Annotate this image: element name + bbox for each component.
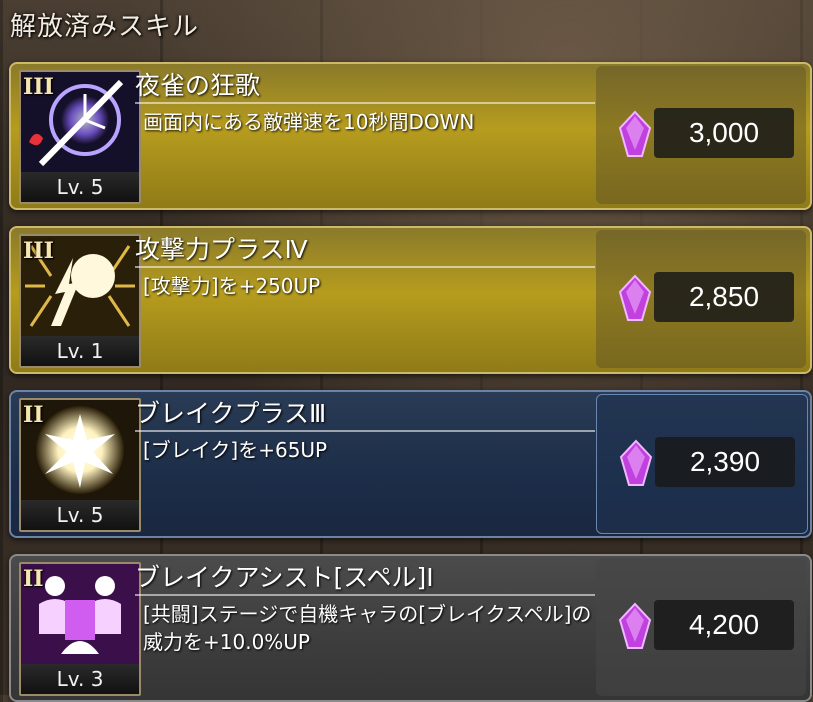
gem-icon — [618, 274, 652, 321]
level-label: Lv. 3 — [21, 664, 139, 694]
skill-card[interactable]: III Lv. 1 攻撃力プラスⅣ [攻撃力]を+250UP 2,850 — [9, 226, 812, 374]
cost-value: 4,200 — [654, 600, 794, 650]
rank-label: II — [23, 402, 44, 428]
skill-description: [ブレイク]を+65UP — [143, 438, 328, 462]
level-label: Lv. 1 — [21, 336, 139, 366]
gem-icon — [618, 110, 652, 157]
skill-icon-frame: II Lv. 3 — [19, 562, 141, 696]
skill-card[interactable]: II Lv. 5 ブレイクプラスⅢ [ブレイク]を+65UP 2,390 — [9, 390, 812, 538]
rank-label: III — [23, 238, 54, 264]
cost-panel[interactable]: 3,000 — [596, 66, 806, 204]
cost-value: 2,390 — [655, 437, 795, 487]
skill-card[interactable]: II Lv. 3 ブレイクアシスト[スペル]Ⅰ [共闘]ステージで自機キャラの[… — [9, 554, 812, 702]
skill-title: ブレイクプラスⅢ — [135, 398, 595, 432]
skill-description: 画面内にある敵弾速を10秒間DOWN — [143, 110, 475, 134]
skill-description: [共闘]ステージで自機キャラの[ブレイクスペル]の威力を+10.0%UP — [143, 602, 592, 654]
skill-title: 夜雀の狂歌 — [135, 70, 595, 104]
skill-icon-frame: II Lv. 5 — [19, 398, 141, 532]
skill-title: ブレイクアシスト[スペル]Ⅰ — [135, 562, 595, 596]
cost-panel[interactable]: 4,200 — [596, 558, 806, 696]
cost-panel[interactable]: 2,390 — [596, 394, 808, 534]
gem-icon — [618, 602, 652, 649]
rank-label: II — [23, 566, 44, 592]
gem-icon — [619, 439, 653, 486]
skill-icon-frame: III Lv. 5 — [19, 70, 141, 204]
skill-icon-frame: III Lv. 1 — [19, 234, 141, 368]
cost-panel[interactable]: 2,850 — [596, 230, 806, 368]
page-title: 解放済みスキル — [10, 12, 200, 42]
level-label: Lv. 5 — [21, 172, 139, 202]
skill-description: [攻撃力]を+250UP — [143, 274, 321, 298]
cost-value: 2,850 — [654, 272, 794, 322]
rank-label: III — [23, 74, 54, 100]
skill-title: 攻撃力プラスⅣ — [135, 234, 595, 268]
cost-value: 3,000 — [654, 108, 794, 158]
level-label: Lv. 5 — [21, 500, 139, 530]
skill-card[interactable]: III Lv. 5 夜雀の狂歌 画面内にある敵弾速を10秒間DOWN 3,000 — [9, 62, 812, 210]
